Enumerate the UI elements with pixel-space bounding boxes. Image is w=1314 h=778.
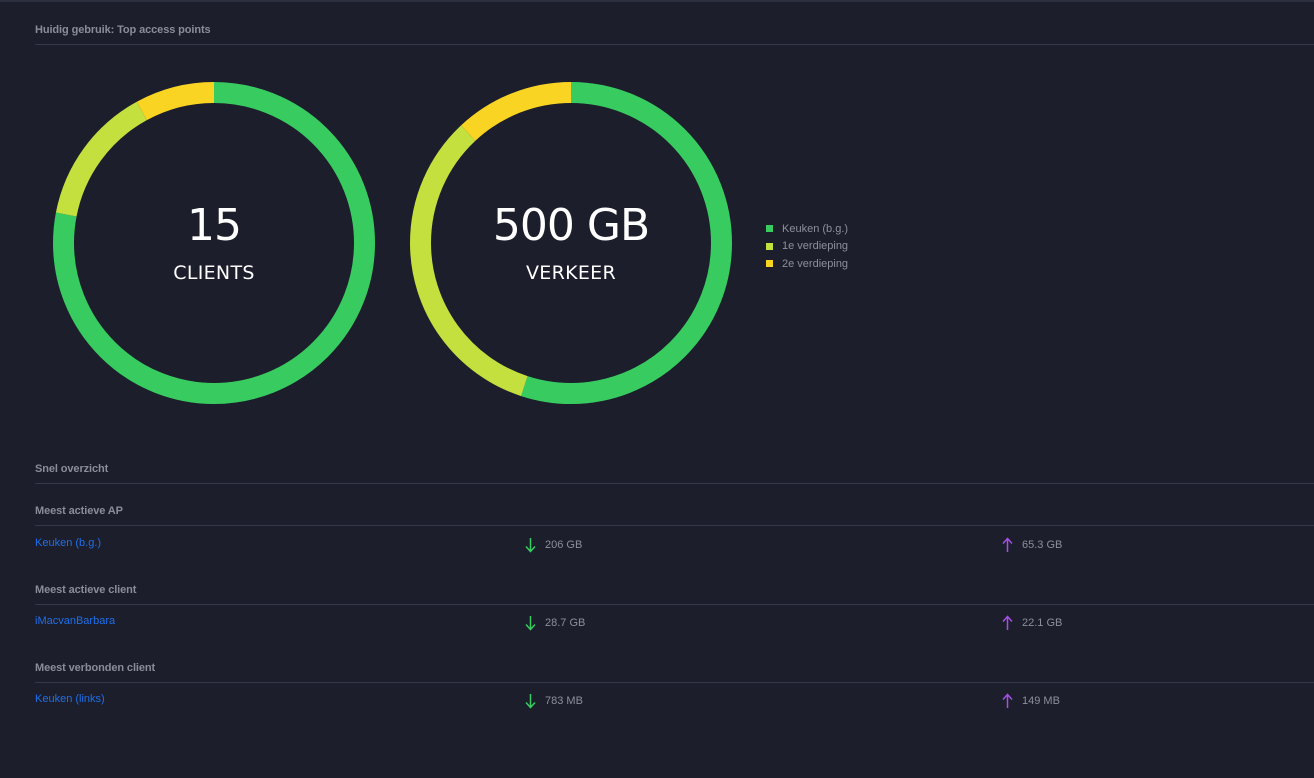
legend-item-keuken[interactable]: Keuken (b.g.) [766, 220, 848, 238]
chart-legend: Keuken (b.g.) 1e verdieping 2e verdiepin… [766, 220, 848, 273]
top-border [0, 0, 1314, 2]
legend-item-1e-verdieping[interactable]: 1e verdieping [766, 238, 848, 256]
most-active-client-upload: 22.1 GB [1002, 615, 1062, 631]
traffic-label: VERKEER [526, 262, 616, 284]
download-arrow-icon [525, 538, 536, 553]
download-value: 783 MB [545, 695, 583, 707]
most-active-ap-row: Keuken (b.g.) 206 GB 65.3 GB [35, 537, 1314, 553]
most-active-ap-link[interactable]: Keuken (b.g.) [35, 537, 101, 549]
upload-arrow-icon [1002, 693, 1013, 708]
clients-donut-chart: 15 CLIENTS [53, 82, 375, 404]
most-active-ap-upload: 65.3 GB [1002, 537, 1062, 553]
divider [35, 44, 1314, 45]
clients-label: CLIENTS [173, 262, 255, 284]
download-arrow-icon [525, 694, 536, 709]
most-connected-client-row: Keuken (links) 783 MB 149 MB [35, 693, 1314, 709]
most-active-ap-download: 206 GB [525, 537, 582, 553]
most-active-client-row: iMacvanBarbara 28.7 GB 22.1 GB [35, 615, 1314, 631]
legend-label: 2e verdieping [782, 257, 849, 270]
most-connected-client-link[interactable]: Keuken (links) [35, 693, 105, 705]
subsection-title-most-active-ap: Meest actieve AP [35, 505, 123, 517]
most-active-client-download: 28.7 GB [525, 615, 585, 631]
section-title-top-access-points: Huidig gebruik: Top access points [35, 24, 211, 36]
divider [35, 483, 1314, 484]
download-value: 206 GB [545, 539, 583, 551]
legend-item-2e-verdieping[interactable]: 2e verdieping [766, 255, 848, 273]
most-active-client-link[interactable]: iMacvanBarbara [35, 615, 115, 627]
divider [35, 604, 1314, 605]
upload-value: 65.3 GB [1022, 539, 1063, 551]
section-title-quick-overview: Snel overzicht [35, 463, 109, 475]
upload-value: 149 MB [1022, 695, 1060, 707]
download-arrow-icon [525, 616, 536, 631]
subsection-title-most-active-client: Meest actieve client [35, 584, 137, 596]
divider [35, 682, 1314, 683]
download-value: 28.7 GB [545, 617, 586, 629]
upload-arrow-icon [1002, 537, 1013, 552]
legend-swatch-icon [766, 242, 773, 250]
traffic-donut-chart: 500 GB VERKEER [410, 82, 732, 404]
legend-label: 1e verdieping [782, 240, 849, 253]
upload-value: 22.1 GB [1022, 617, 1063, 629]
upload-arrow-icon [1002, 615, 1013, 630]
clients-count: 15 [187, 200, 242, 251]
legend-label: Keuken (b.g.) [782, 222, 849, 235]
legend-swatch-icon [766, 225, 773, 233]
most-connected-client-upload: 149 MB [1002, 693, 1060, 709]
divider [35, 525, 1314, 526]
most-connected-client-download: 783 MB [525, 693, 583, 709]
traffic-amount: 500 GB [492, 200, 650, 251]
subsection-title-most-connected-client: Meest verbonden client [35, 662, 156, 674]
legend-swatch-icon [766, 260, 773, 268]
